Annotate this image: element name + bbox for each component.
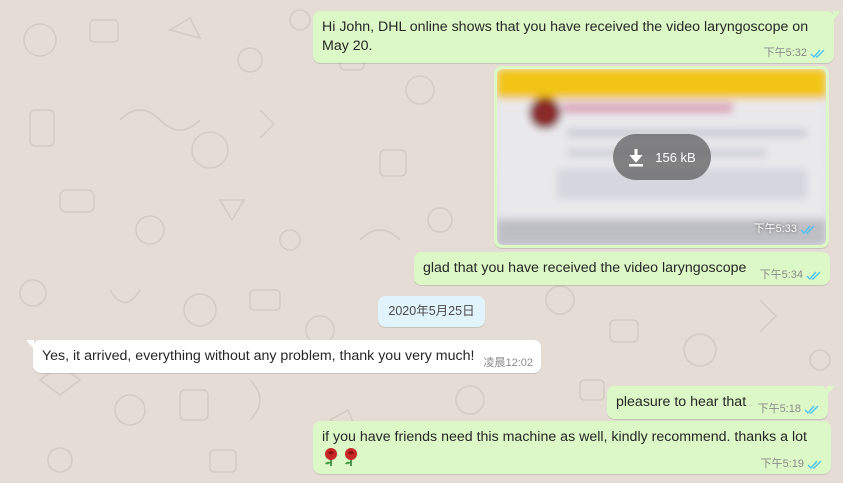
message-text: pleasure to hear that	[616, 394, 747, 410]
message-meta: 下午5:19	[761, 457, 823, 471]
message-text: Hi John, DHL online shows that you have …	[322, 19, 813, 54]
blurred-image-preview[interactable]: 156 kB 下午5:33	[497, 69, 826, 245]
outgoing-message[interactable]: if you have friends need this machine as…	[313, 421, 831, 474]
outgoing-message[interactable]: Hi John, DHL online shows that you have …	[313, 11, 841, 63]
message-meta: 凌晨12:02	[483, 356, 533, 370]
image-meta: 下午5:33	[754, 220, 816, 239]
rose-emoji	[345, 448, 357, 466]
double-check-read-icon	[800, 225, 815, 235]
message-text: glad that you have received the video la…	[423, 260, 747, 276]
outgoing-message[interactable]: pleasure to hear that 下午5:18	[607, 386, 835, 419]
message-meta: 下午5:18	[758, 402, 820, 416]
date-divider-text: 2020年5月25日	[388, 304, 475, 318]
message-time: 下午5:18	[757, 403, 801, 415]
message-time: 下午5:34	[759, 269, 803, 281]
incoming-message[interactable]: Yes, it arrived, everything without any …	[26, 340, 541, 373]
outgoing-image-message[interactable]: 156 kB 下午5:33	[494, 66, 829, 248]
date-divider: 2020年5月25日	[378, 296, 485, 327]
bubble-tail	[833, 11, 841, 20]
message-meta: 下午5:34	[760, 268, 822, 282]
message-time: 下午5:19	[760, 458, 804, 470]
download-button[interactable]: 156 kB	[612, 134, 711, 180]
double-check-read-icon	[807, 460, 822, 469]
download-size: 156 kB	[655, 149, 696, 165]
message-meta: 下午5:32	[764, 46, 826, 60]
bubble-tail	[827, 386, 835, 395]
outgoing-message[interactable]: glad that you have received the video la…	[414, 252, 830, 285]
rose-emoji	[325, 448, 337, 466]
message-text: if you have friends need this machine as…	[322, 429, 807, 445]
bubble-tail	[26, 340, 34, 349]
message-time: 凌晨12:02	[483, 357, 533, 369]
double-check-read-icon	[804, 405, 819, 414]
double-check-read-icon	[810, 49, 825, 58]
message-time: 下午5:33	[753, 223, 797, 235]
download-arrow-icon	[629, 149, 644, 167]
message-text: Yes, it arrived, everything without any …	[42, 348, 475, 364]
double-check-read-icon	[806, 271, 821, 280]
message-time: 下午5:32	[763, 47, 807, 59]
